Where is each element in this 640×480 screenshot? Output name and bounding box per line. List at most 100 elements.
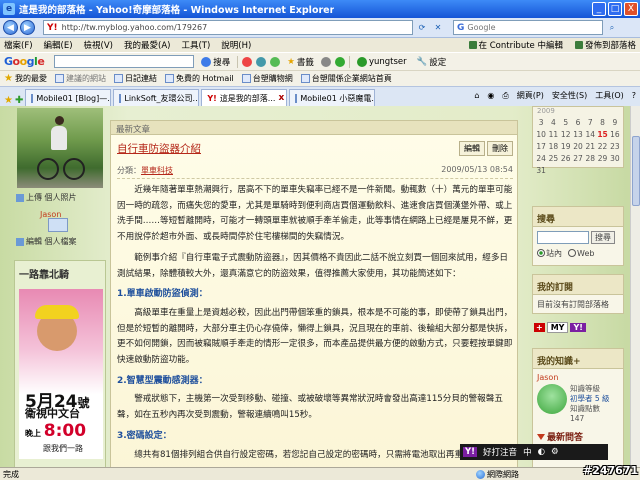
scrollbar-thumb[interactable] — [632, 136, 640, 206]
window-titlebar[interactable]: e 這是我的部落格 - Yahoo!奇摩部落格 - Windows Intern… — [0, 0, 640, 18]
calendar-day[interactable]: 22 — [596, 142, 608, 151]
calendar-day[interactable]: 17 — [535, 142, 547, 151]
category-link[interactable]: 單車科技 — [141, 166, 173, 175]
address-field[interactable]: Y! — [43, 20, 413, 35]
edit-post-button[interactable]: 編輯 — [459, 141, 485, 156]
google-search-box[interactable]: G — [453, 20, 603, 35]
calendar-day[interactable]: 12 — [560, 130, 572, 139]
google-toolbar-search-input[interactable] — [54, 55, 195, 68]
add-to-myyahoo-button[interactable]: + MY Y! — [534, 320, 586, 334]
vertical-scrollbar[interactable] — [630, 106, 640, 467]
google-search-button[interactable]: 搜尋 — [198, 55, 233, 69]
page-menu[interactable]: 網頁(P) — [517, 90, 544, 101]
translate-icon[interactable] — [334, 56, 345, 67]
home-icon[interactable]: ⌂ — [474, 91, 479, 100]
rank-value[interactable]: 初學者 5 級 — [570, 394, 610, 404]
calendar-day[interactable]: 9 — [609, 118, 621, 127]
calendar-day[interactable]: 15 — [596, 130, 608, 139]
calendar-day[interactable]: 13 — [572, 130, 584, 139]
menu-view[interactable]: 檢視(V) — [84, 39, 113, 51]
tab-mobile01-blog[interactable]: Mobile01 [Blog]—... — [25, 89, 112, 106]
spellcheck-icon[interactable] — [320, 56, 331, 67]
post-to-blog-button[interactable]: 發佈到部落格 — [574, 39, 636, 51]
ime-mode[interactable]: 中 — [523, 446, 532, 458]
fav-link-hotmail[interactable]: 免費的 Hotmail — [164, 73, 234, 84]
close-button[interactable]: X — [624, 2, 638, 16]
calendar-day[interactable]: 8 — [596, 118, 608, 127]
calendar-day[interactable]: 29 — [596, 154, 608, 163]
back-button[interactable]: ◀ — [3, 20, 18, 35]
delete-post-button[interactable]: 刪除 — [487, 141, 513, 156]
knowledge-username[interactable]: Jason — [537, 373, 619, 382]
safety-menu[interactable]: 安全性(S) — [552, 90, 587, 101]
calendar-day[interactable]: 10 — [535, 130, 547, 139]
edit-profile-link[interactable]: 編輯 個人檔案 — [16, 236, 77, 247]
calendar-day[interactable]: 3 — [535, 118, 547, 127]
contribute-edit-button[interactable]: 在 Contribute 中編輯 — [468, 39, 563, 51]
scope-web-radio[interactable]: Web — [568, 249, 594, 258]
tv-ad-banner[interactable]: 5月24號 衛視中文台 晚上 8:00 跟我們一路 — [19, 289, 103, 459]
calendar-day[interactable]: 28 — [584, 154, 596, 163]
search-magnifier-icon[interactable]: ⌕ — [605, 21, 619, 35]
calendar-day[interactable]: 7 — [584, 118, 596, 127]
menu-edit[interactable]: 編輯(E) — [44, 39, 73, 51]
menu-tools[interactable]: 工具(T) — [181, 39, 210, 51]
stop-icon[interactable]: ✕ — [431, 21, 445, 35]
calendar-day[interactable]: 20 — [572, 142, 584, 151]
calendar-day[interactable]: 21 — [584, 142, 596, 151]
maximize-button[interactable]: □ — [608, 2, 622, 16]
bookmarks-button[interactable]: ★ 書籤 — [284, 55, 317, 69]
calendar-day[interactable]: 4 — [547, 118, 559, 127]
calendar-day[interactable]: 16 — [609, 130, 621, 139]
refresh-icon[interactable]: ⟳ — [415, 21, 429, 35]
popup-blocker-icon[interactable] — [242, 56, 253, 67]
print-icon[interactable]: ⎙ — [502, 91, 508, 101]
tab-close-icon[interactable]: x — [278, 93, 284, 103]
calendar-day[interactable]: 11 — [547, 130, 559, 139]
fav-link-suggested[interactable]: 建議的網站 — [54, 73, 106, 84]
calendar-day[interactable]: 5 — [560, 118, 572, 127]
calendar-day[interactable]: 25 — [547, 154, 559, 163]
calendar-day[interactable]: 14 — [584, 130, 596, 139]
toolbar-settings-button[interactable]: 🔧 設定 — [414, 55, 450, 69]
calendar-day[interactable]: 31 — [535, 166, 547, 175]
help-icon[interactable]: ? — [632, 91, 636, 100]
upload-photo-link[interactable]: 上傳 個人照片 — [16, 192, 77, 203]
pagerank-icon[interactable] — [256, 56, 267, 67]
fav-link-diary[interactable]: 日記連結 — [113, 73, 157, 84]
calendar-day[interactable]: 19 — [560, 142, 572, 151]
web-search-input[interactable] — [467, 23, 588, 32]
tab-my-blog[interactable]: Y! 這是我的部落... x — [201, 89, 288, 106]
calendar-day[interactable]: 26 — [560, 154, 572, 163]
tab-linksoft[interactable]: LinkSoft_友環公司... — [113, 89, 200, 106]
favorites-center-button[interactable]: ★ 我的最愛 — [4, 73, 47, 84]
post-title-link[interactable]: 自行車防盜器介紹 — [117, 141, 201, 156]
autofill-icon[interactable] — [270, 56, 281, 67]
calendar-day[interactable]: 24 — [535, 154, 547, 163]
calendar-day[interactable]: 6 — [572, 118, 584, 127]
google-account-button[interactable]: yungtser — [354, 55, 410, 69]
menu-file[interactable]: 檔案(F) — [4, 39, 33, 51]
forward-button[interactable]: ▶ — [20, 20, 35, 35]
blog-search-input[interactable] — [537, 231, 589, 244]
add-favorite-icon[interactable]: ✚ — [15, 95, 23, 106]
favorites-center-icon[interactable]: ★ — [4, 95, 13, 106]
fav-link-shopping[interactable]: 台塑購物網 — [241, 73, 293, 84]
feeds-icon[interactable]: ◉ — [487, 91, 494, 100]
menu-favorites[interactable]: 我的最愛(A) — [124, 39, 170, 51]
fav-link-formosa[interactable]: 台塑關係企業網站首頁 — [300, 73, 392, 84]
menu-help[interactable]: 說明(H) — [221, 39, 251, 51]
blog-search-button[interactable]: 搜尋 — [591, 231, 615, 244]
minimize-button[interactable]: _ — [592, 2, 606, 16]
calendar-day[interactable]: 30 — [609, 154, 621, 163]
ime-toolbar[interactable]: Y! 好打注音 中 ◐ ⚙ — [460, 444, 608, 460]
fullwidth-icon[interactable]: ◐ — [538, 447, 545, 457]
calendar-day[interactable]: 27 — [572, 154, 584, 163]
calendar-day[interactable]: 18 — [547, 142, 559, 151]
url-input[interactable] — [61, 23, 392, 32]
scope-site-radio[interactable]: 站內 — [537, 248, 562, 259]
tools-menu[interactable]: 工具(O) — [595, 90, 624, 101]
tab-mobile01-devil[interactable]: Mobile01 小惡魔電... — [289, 89, 376, 106]
calendar-day[interactable]: 23 — [609, 142, 621, 151]
ime-settings-icon[interactable]: ⚙ — [551, 447, 559, 457]
